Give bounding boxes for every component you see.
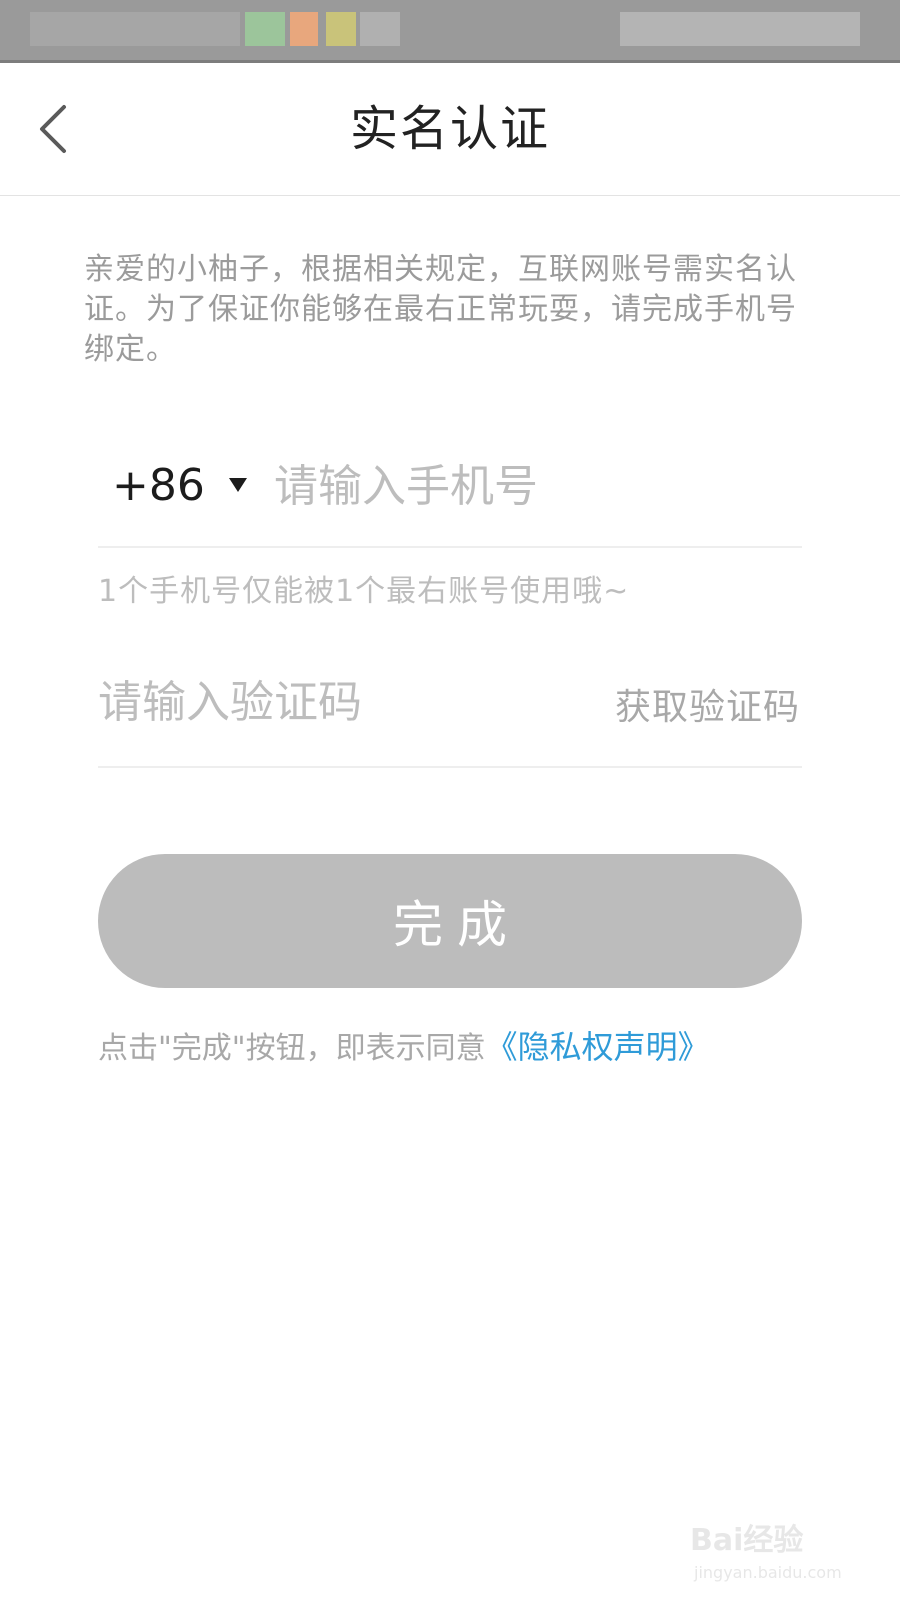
phone-field: +86 (98, 428, 802, 548)
status-bar-blur (326, 12, 356, 46)
watermark-logo-text: Bai经验 (690, 1523, 804, 1558)
status-bar-blur (360, 12, 400, 46)
agreement-text: 点击"完成"按钮，即表示同意《隐私权声明》 (98, 1022, 710, 1068)
privacy-policy-link[interactable]: 《隐私权声明》 (486, 1028, 710, 1066)
phone-hint: 1个手机号仅能被1个最右账号使用哦~ (98, 574, 630, 609)
phone-input[interactable] (274, 446, 794, 526)
verification-code-input[interactable] (98, 662, 518, 742)
agreement-prefix: 点击"完成"按钮，即表示同意 (98, 1031, 486, 1066)
dropdown-arrow-icon (228, 478, 247, 492)
status-bar (0, 0, 900, 63)
get-code-button[interactable]: 获取验证码 (615, 678, 800, 730)
watermark: Bai经验 jingyan.baidu.com (690, 1505, 870, 1595)
intro-text: 亲爱的小柚子，根据相关规定，互联网账号需实名认证。为了保证你能够在最右正常玩耍，… (84, 252, 797, 367)
back-button[interactable] (28, 91, 88, 167)
verification-field: 获取验证码 (98, 646, 802, 768)
country-code-select[interactable]: +86 (112, 450, 247, 520)
status-bar-blur (620, 12, 860, 46)
status-bar-blur (245, 12, 285, 46)
status-bar-blur (30, 12, 240, 46)
country-code-value: +86 (112, 459, 205, 511)
status-bar-blur (290, 12, 318, 46)
nav-bar: 实名认证 (0, 63, 900, 196)
submit-button[interactable]: 完成 (98, 854, 802, 988)
page-title: 实名认证 (349, 101, 550, 157)
chevron-left-icon (40, 105, 66, 153)
watermark-url: jingyan.baidu.com (694, 1563, 842, 1582)
